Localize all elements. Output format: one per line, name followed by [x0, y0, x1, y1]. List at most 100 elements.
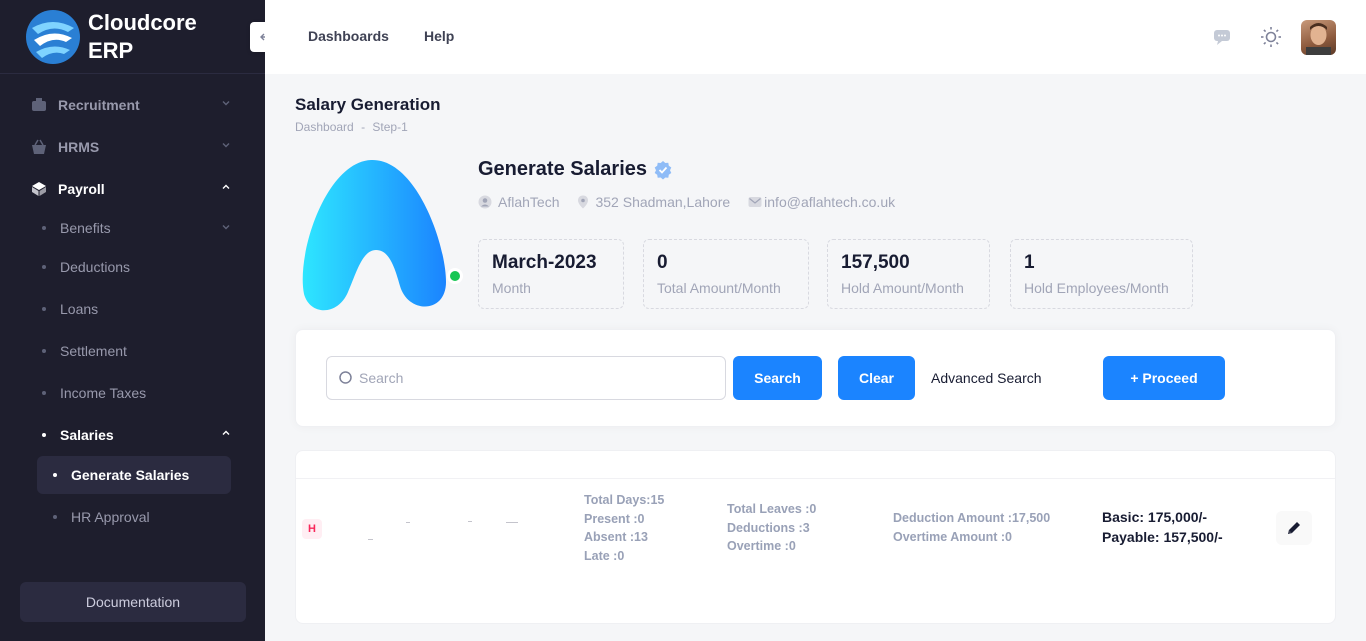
bullet-icon: [42, 226, 46, 230]
breadcrumb: Dashboard - Step-1: [295, 120, 408, 134]
sidebar-item-label: Salaries: [60, 427, 114, 443]
sidebar-item-benefits[interactable]: Benefits: [0, 210, 265, 246]
breadcrumb-dashboard[interactable]: Dashboard: [295, 120, 354, 134]
sidebar-item-label: Loans: [60, 301, 99, 317]
salary-table: H Total Days:15 Present :0 Absent :13 La…: [295, 450, 1336, 624]
search-placeholder: Search: [359, 370, 404, 386]
bullet-icon: [53, 473, 57, 477]
stat-month: March-2023 Month: [478, 239, 624, 309]
profile-email[interactable]: info@aflahtech.co.uk: [748, 194, 895, 210]
table-header-separator: [296, 478, 1335, 479]
chevron-up-icon: [222, 184, 230, 189]
stat-value: March-2023: [492, 252, 597, 273]
chat-icon[interactable]: [1209, 24, 1235, 50]
sidebar-item-label: Generate Salaries: [71, 467, 190, 483]
redacted-text: [368, 539, 373, 540]
sun-icon[interactable]: [1258, 24, 1284, 50]
deductions-count: Deductions :3: [727, 520, 810, 535]
brand[interactable]: Cloudcore ERP: [0, 0, 265, 74]
absent-days: Absent :13: [584, 530, 648, 544]
sidebar-item-label: Recruitment: [58, 97, 140, 113]
salary-column: Basic: 175,000/- Payable: 157,500/-: [1102, 507, 1223, 547]
location-pin-icon: [578, 195, 589, 209]
sidebar-item-label: Income Taxes: [60, 385, 147, 401]
sidebar-item-income-taxes[interactable]: Income Taxes: [0, 372, 265, 414]
sidebar-item-label: HR Approval: [71, 509, 150, 525]
sidebar-item-generate-salaries[interactable]: Generate Salaries: [37, 456, 231, 494]
advanced-search-link[interactable]: Advanced Search: [931, 370, 1042, 386]
sidebar-item-label: Settlement: [60, 343, 127, 359]
leaves-column: Total Leaves :0 Deductions :3 Overtime :…: [727, 500, 816, 556]
overtime-amount: Overtime Amount :0: [893, 529, 1013, 544]
company-logo-icon: [296, 154, 462, 320]
briefcase-icon: [30, 96, 48, 114]
profile-address-text: 352 Shadman,Lahore: [595, 194, 731, 210]
user-avatar[interactable]: [1301, 20, 1336, 55]
bullet-icon: [53, 515, 57, 519]
documentation-button[interactable]: Documentation: [20, 582, 246, 622]
search-card: Search Search Clear Advanced Search + Pr…: [295, 329, 1336, 427]
bullet-icon: [42, 307, 46, 311]
stat-value: 0: [657, 252, 668, 273]
payable-salary: Payable: 157,500/-: [1102, 529, 1223, 545]
stat-label: Month: [492, 280, 531, 296]
sidebar: Cloudcore ERP Recruitment HRMS Payroll B…: [0, 0, 265, 641]
online-status-indicator: [447, 268, 463, 284]
profile-name: Generate Salaries: [478, 158, 673, 181]
employee-initial-badge: H: [302, 519, 322, 539]
sidebar-item-payroll[interactable]: Payroll: [0, 168, 265, 210]
profile-meta: AflahTech 352 Shadman,Lahore info@aflaht…: [478, 194, 895, 210]
late-days: Late :0: [584, 548, 625, 563]
search-input[interactable]: Search: [326, 356, 726, 400]
sidebar-nav: Recruitment HRMS Payroll Benefits Deduct…: [0, 74, 265, 536]
breadcrumb-separator: -: [361, 120, 366, 134]
redacted-text: [506, 522, 518, 523]
basic-salary: Basic: 175,000/-: [1102, 509, 1208, 525]
sidebar-item-salaries[interactable]: Salaries: [0, 414, 265, 456]
stat-label: Total Amount/Month: [657, 280, 781, 296]
stat-value: 1: [1024, 252, 1035, 273]
sidebar-item-label: Benefits: [60, 220, 111, 236]
total-days: Total Days:15: [584, 493, 665, 507]
bullet-icon: [42, 433, 46, 437]
cube-icon: [30, 180, 48, 198]
deduction-amount: Deduction Amount :17,500: [893, 511, 1051, 525]
brand-logo-icon: [24, 8, 82, 66]
profile-name-text: Generate Salaries: [478, 158, 647, 180]
edit-button[interactable]: [1276, 511, 1312, 545]
stat-label: Hold Amount/Month: [841, 280, 964, 296]
clear-button[interactable]: Clear: [838, 356, 915, 400]
sidebar-item-hrms[interactable]: HRMS: [0, 126, 265, 168]
stat-label: Hold Employees/Month: [1024, 280, 1169, 296]
search-icon: [339, 371, 352, 384]
sidebar-item-settlement[interactable]: Settlement: [0, 330, 265, 372]
sidebar-item-label: HRMS: [58, 139, 100, 155]
profile-company: AflahTech: [478, 194, 559, 210]
profile-company-text: AflahTech: [498, 194, 560, 210]
chevron-down-icon: [222, 101, 230, 106]
redacted-text: [468, 521, 472, 522]
bullet-icon: [42, 349, 46, 353]
stat-total-amount: 0 Total Amount/Month: [643, 239, 809, 309]
bullet-icon: [42, 391, 46, 395]
sidebar-item-label: Deductions: [60, 259, 131, 275]
sidebar-item-hr-approval[interactable]: HR Approval: [37, 498, 231, 536]
stat-hold-amount: 157,500 Hold Amount/Month: [827, 239, 990, 309]
nav-link-help[interactable]: Help: [424, 28, 454, 44]
sidebar-item-recruitment[interactable]: Recruitment: [0, 84, 265, 126]
top-header: Dashboards Help: [265, 0, 1366, 74]
attendance-column: Total Days:15 Present :0 Absent :13 Late…: [584, 491, 664, 565]
redacted-text: [406, 522, 410, 523]
mail-icon: [748, 197, 762, 207]
chevron-up-icon: [222, 430, 230, 435]
chevron-down-icon: [222, 143, 230, 148]
nav-link-dashboards[interactable]: Dashboards: [308, 28, 389, 44]
amounts-column: Deduction Amount :17,500 Overtime Amount…: [893, 509, 1050, 546]
verified-badge-icon: [654, 160, 672, 179]
proceed-button[interactable]: + Proceed: [1103, 356, 1225, 400]
sidebar-item-deductions[interactable]: Deductions: [0, 246, 265, 288]
profile-email-text: info@aflahtech.co.uk: [764, 194, 896, 210]
sidebar-item-loans[interactable]: Loans: [0, 288, 265, 330]
user-icon: [478, 195, 492, 209]
search-button[interactable]: Search: [733, 356, 822, 400]
